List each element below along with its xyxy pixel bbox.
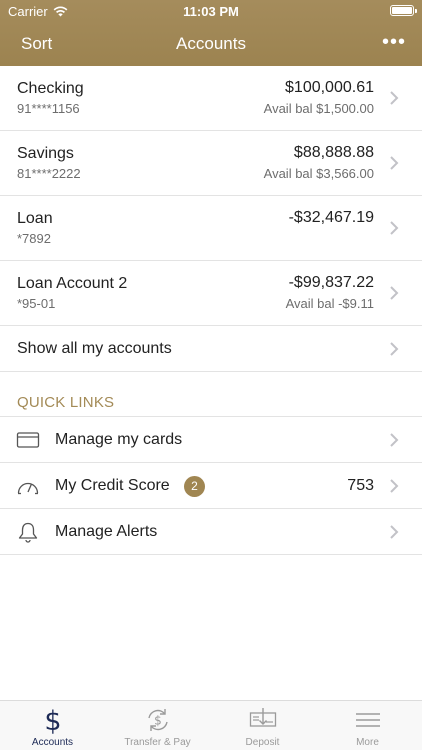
chevron-right-icon	[390, 479, 399, 493]
top-bar: Carrier 11:03 PM Sort Accounts •••	[0, 0, 422, 66]
transfer-icon: $	[148, 709, 168, 731]
account-number: *95-01	[17, 296, 56, 311]
quick-link-label: My Credit Score	[55, 477, 170, 494]
account-name: Checking	[17, 80, 84, 97]
battery-icon	[390, 5, 417, 16]
account-number: 91****1156	[17, 101, 80, 116]
chevron-right-icon	[390, 525, 399, 539]
account-row-loan[interactable]: Loan *7892 -$32,467.19	[0, 196, 422, 261]
quick-link-manage-cards[interactable]: Manage my cards	[0, 417, 422, 463]
tab-label: More	[356, 737, 379, 748]
page-title: Accounts	[176, 34, 246, 53]
check-deposit-icon	[249, 708, 277, 727]
credit-score-value: 753	[347, 477, 374, 494]
quick-links-title: QUICK LINKS	[17, 394, 115, 411]
notification-badge: 2	[184, 476, 205, 497]
tab-accounts[interactable]: $ Accounts	[0, 701, 105, 750]
available-balance: Avail bal $1,500.00	[263, 101, 374, 116]
tab-bar: $ Accounts $ Transfer & Pay Deposit More	[0, 700, 422, 750]
account-balance: -$32,467.19	[288, 209, 374, 226]
more-options-icon[interactable]: •••	[382, 32, 406, 52]
account-balance: $88,888.88	[293, 144, 374, 161]
account-name: Loan	[17, 210, 53, 227]
svg-text:$: $	[44, 706, 61, 735]
menu-icon	[356, 713, 380, 727]
account-row-checking[interactable]: Checking 91****1156 $100,000.61 Avail ba…	[0, 66, 422, 131]
speedometer-icon	[17, 482, 39, 495]
tab-deposit[interactable]: Deposit	[210, 701, 315, 750]
show-all-accounts-row[interactable]: Show all my accounts	[0, 325, 422, 372]
dollar-icon: $	[44, 706, 61, 735]
account-name: Loan Account 2	[17, 275, 128, 292]
account-balance: -$99,837.22	[288, 274, 374, 291]
tab-label: Deposit	[245, 737, 280, 748]
quick-link-manage-alerts[interactable]: Manage Alerts	[0, 509, 422, 555]
tab-transfer-pay[interactable]: $ Transfer & Pay	[105, 701, 210, 750]
tab-label: Transfer & Pay	[124, 737, 191, 748]
chevron-right-icon	[390, 286, 399, 300]
chevron-right-icon	[390, 91, 399, 105]
quick-link-label: Manage Alerts	[55, 523, 158, 540]
account-row-savings[interactable]: Savings 81****2222 $88,888.88 Avail bal …	[0, 131, 422, 196]
account-balance: $100,000.61	[285, 79, 374, 96]
chevron-right-icon	[390, 221, 399, 235]
chevron-right-icon	[390, 433, 399, 447]
bell-icon	[18, 522, 38, 543]
tab-more[interactable]: More	[315, 701, 420, 750]
svg-text:$: $	[154, 714, 162, 728]
tab-label: Accounts	[31, 737, 74, 748]
status-time: 11:03 PM	[183, 4, 239, 19]
show-all-accounts-label: Show all my accounts	[17, 340, 172, 357]
quick-links-header: QUICK LINKS	[0, 372, 422, 417]
account-number: 81****2222	[17, 166, 81, 181]
available-balance: Avail bal -$9.11	[285, 296, 374, 311]
quick-link-label: Manage my cards	[55, 431, 183, 448]
chevron-right-icon	[390, 342, 399, 356]
status-bar: Carrier 11:03 PM	[0, 0, 422, 22]
account-row-loan-account-2[interactable]: Loan Account 2 *95-01 -$99,837.22 Avail …	[0, 261, 422, 326]
nav-bar: Sort Accounts •••	[0, 22, 422, 66]
account-name: Savings	[17, 145, 74, 162]
account-number: *7892	[17, 231, 51, 246]
quick-link-credit-score[interactable]: My Credit Score 2 753	[0, 463, 422, 509]
available-balance: Avail bal $3,566.00	[263, 166, 374, 181]
credit-card-icon	[16, 432, 40, 448]
chevron-right-icon	[390, 156, 399, 170]
